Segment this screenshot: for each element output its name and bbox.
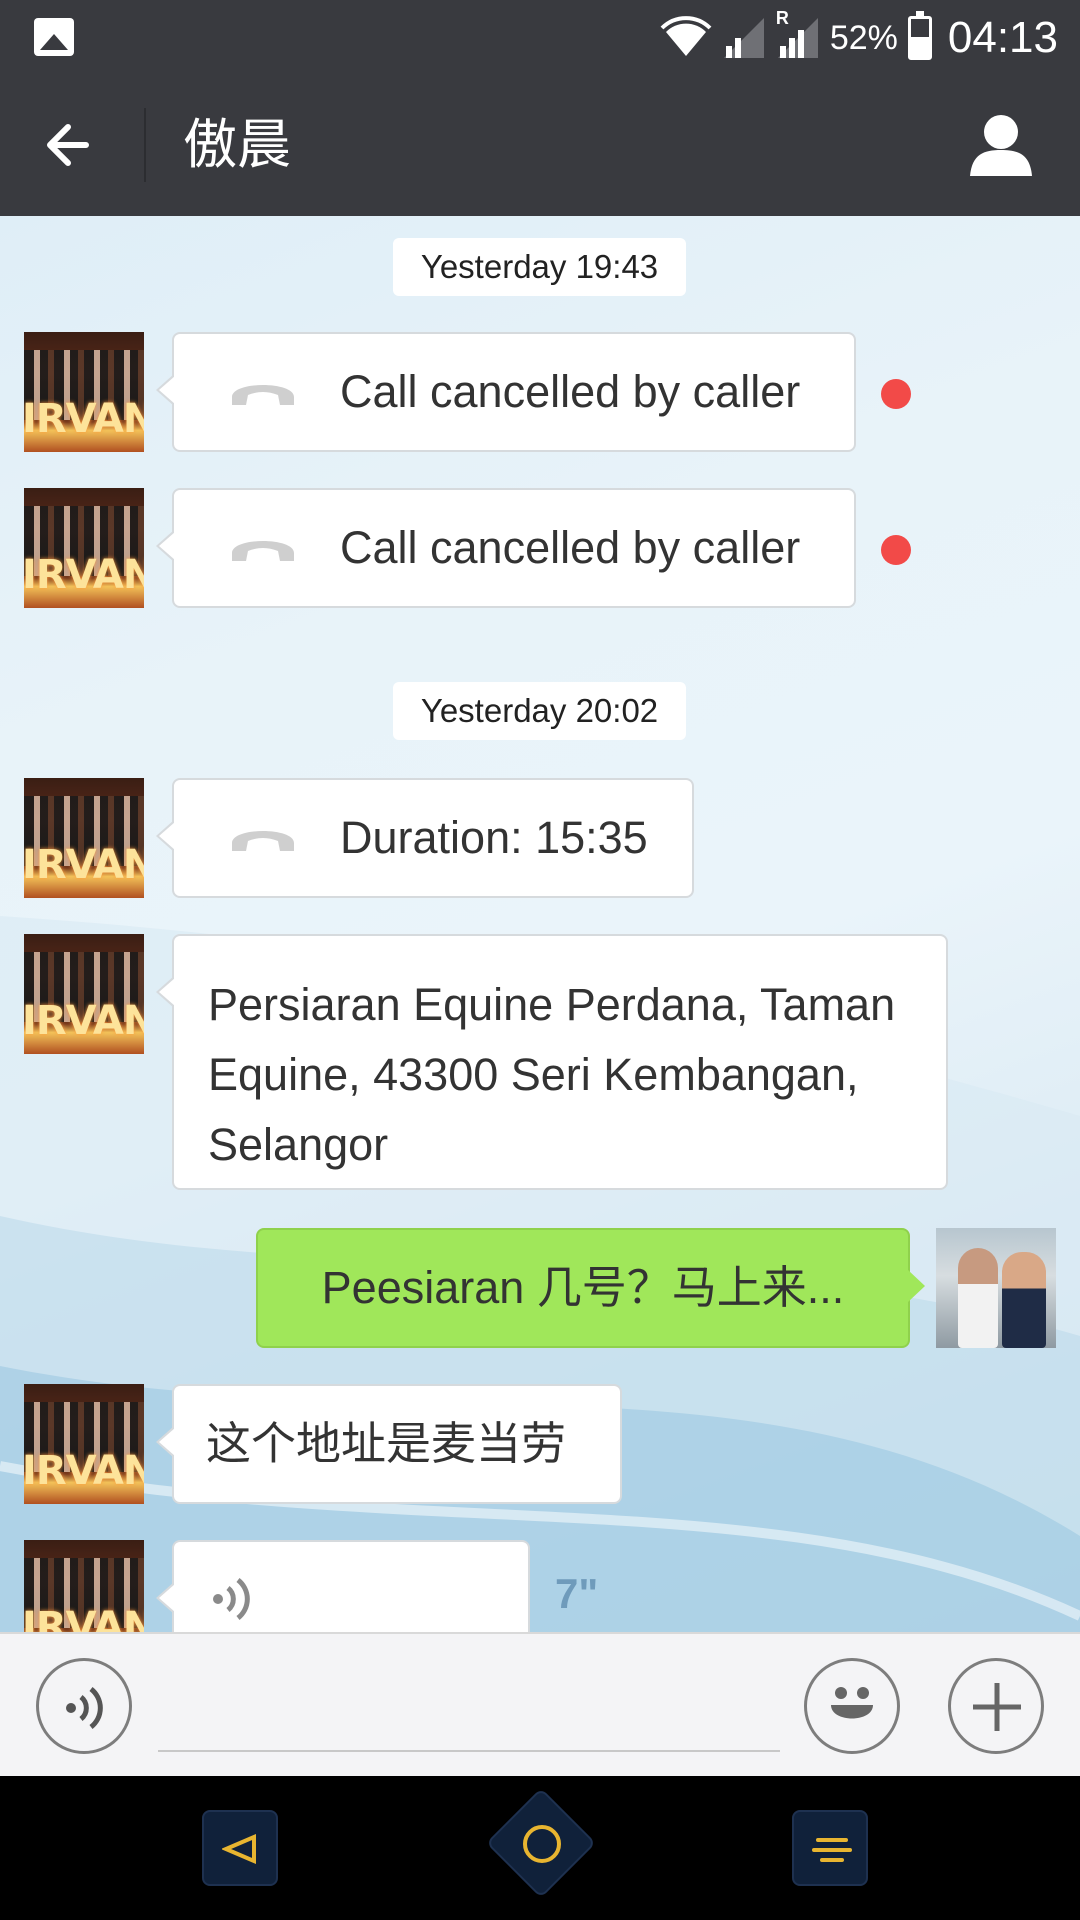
- voice-message[interactable]: [156, 1540, 530, 1632]
- menu-icon: [812, 1838, 852, 1862]
- wifi-icon: [660, 16, 712, 56]
- avatar[interactable]: IRVANA: [24, 332, 144, 452]
- voice-icon: [66, 1687, 103, 1729]
- signal-icon: [723, 18, 764, 58]
- avatar[interactable]: IRVANA: [24, 488, 144, 608]
- header-divider: [144, 108, 146, 182]
- arrow-left-icon[interactable]: [36, 110, 106, 180]
- nav-menu-button[interactable]: [792, 1810, 868, 1886]
- status-icons: R 52% 04:13: [660, 8, 1058, 66]
- clock: 04:13: [947, 13, 1058, 62]
- roaming-label: R: [775, 8, 789, 28]
- call-message[interactable]: Call cancelled by caller: [156, 488, 856, 608]
- nav-back-button[interactable]: [202, 1810, 278, 1886]
- navigation-bar: [0, 1776, 1080, 1920]
- emoji-button[interactable]: [804, 1658, 900, 1754]
- text-message[interactable]: Persiaran Equine Perdana, Taman Equine, …: [156, 934, 948, 1190]
- text-message[interactable]: 这个地址是麦当劳: [156, 1384, 622, 1504]
- timestamp: Yesterday 19:43: [393, 238, 686, 296]
- phone-hangup-icon: [232, 541, 294, 561]
- phone-hangup-icon: [232, 385, 294, 405]
- avatar[interactable]: IRVANA: [24, 1384, 144, 1504]
- message-text: Peesiaran 几号？马上来...: [321, 1262, 845, 1313]
- gallery-icon: [34, 18, 74, 56]
- battery-percent: 52%: [829, 18, 898, 57]
- input-bar: [0, 1632, 1080, 1776]
- unread-dot: [881, 535, 911, 565]
- avatar[interactable]: IRVANA: [24, 1540, 144, 1632]
- voice-duration: 7": [555, 1570, 599, 1617]
- call-text: Call cancelled by caller: [340, 366, 801, 417]
- battery-icon: [907, 11, 932, 60]
- voice-input-button[interactable]: [36, 1658, 132, 1754]
- unread-dot: [881, 379, 911, 409]
- avatar[interactable]: IRVANA: [24, 934, 144, 1054]
- timestamp: Yesterday 20:02: [393, 682, 686, 740]
- call-text: Duration: 15:35: [340, 812, 648, 863]
- voice-wave-icon: [213, 1578, 250, 1620]
- message-text: Persiaran Equine Perdana, Taman Equine, …: [208, 979, 896, 1170]
- chat-header: 傲晨: [0, 74, 1080, 216]
- roaming-signal-icon: R: [776, 8, 820, 60]
- person-icon[interactable]: [966, 110, 1036, 180]
- message-input[interactable]: [158, 1750, 780, 1752]
- more-button[interactable]: [948, 1658, 1044, 1754]
- message-text: 这个地址是麦当劳: [206, 1418, 567, 1469]
- home-circle-icon: [523, 1825, 561, 1863]
- text-message-outgoing[interactable]: Peesiaran 几号？马上来...: [256, 1228, 925, 1348]
- call-message[interactable]: Call cancelled by caller: [156, 332, 856, 452]
- status-bar: R 52% 04:13: [0, 0, 1080, 74]
- chat-messages[interactable]: Yesterday 19:43 IRVANA Call cancelled by…: [0, 216, 1080, 1632]
- back-triangle-icon: [222, 1834, 256, 1864]
- smiley-icon: [831, 1687, 873, 1719]
- plus-icon: [973, 1683, 1021, 1731]
- call-text: Call cancelled by caller: [340, 522, 801, 573]
- phone-hangup-icon: [232, 831, 294, 851]
- call-message[interactable]: Duration: 15:35: [156, 778, 694, 898]
- my-avatar[interactable]: [936, 1228, 1056, 1348]
- chat-title: 傲晨: [183, 115, 291, 175]
- avatar[interactable]: IRVANA: [24, 778, 144, 898]
